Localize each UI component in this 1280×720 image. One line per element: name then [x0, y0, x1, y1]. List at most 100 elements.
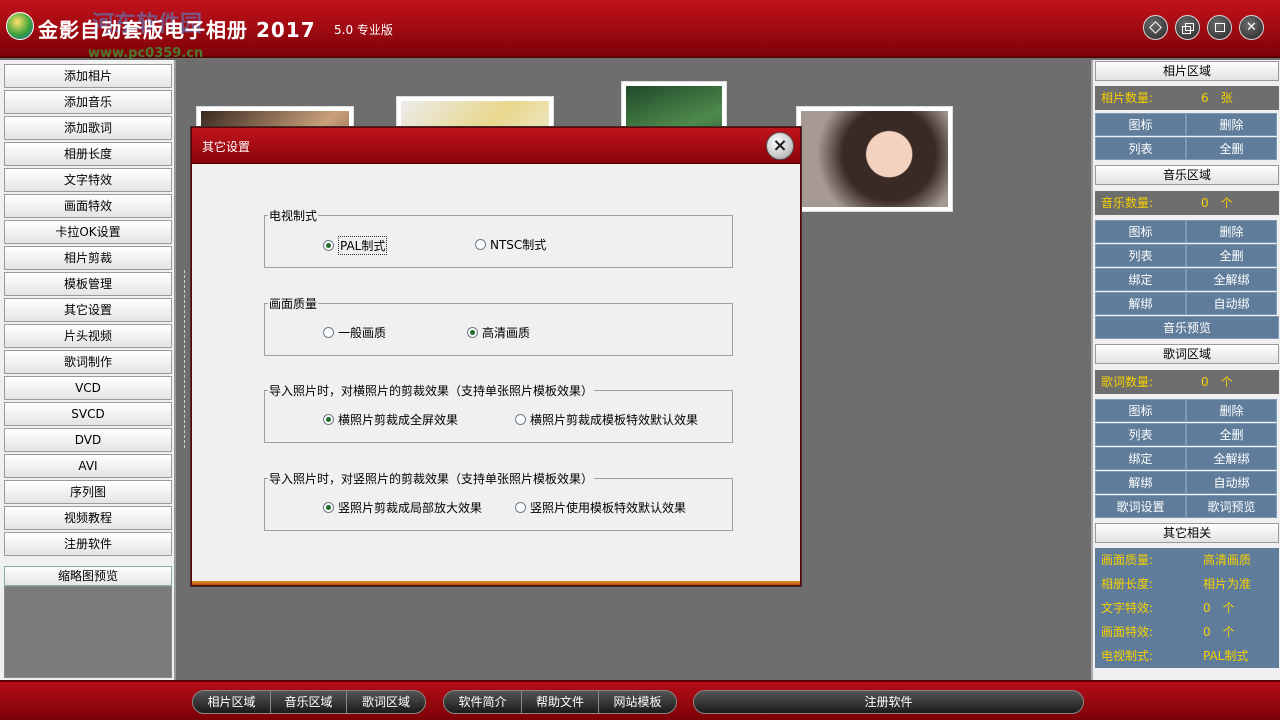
title-bar: 河东软件园 金影自动套版电子相册 2017 5.0 专业版 www.pc0359…: [0, 0, 1280, 61]
music-section-header: 音乐区域: [1095, 165, 1279, 185]
music-delete-button[interactable]: 删除: [1186, 220, 1277, 243]
menu-image-effects[interactable]: 画面特效: [4, 194, 172, 218]
menu-svcd[interactable]: SVCD: [4, 402, 172, 426]
radio-landscape-fullscreen[interactable]: 横照片剪裁成全屏效果: [323, 411, 458, 428]
lyrics-unbind-button[interactable]: 解绑: [1095, 471, 1186, 494]
help-file-button[interactable]: 帮助文件: [522, 691, 599, 713]
close-icon[interactable]: ✕: [1239, 15, 1264, 40]
lyrics-bind-button[interactable]: 绑定: [1095, 447, 1186, 470]
radio-unselected-icon[interactable]: [475, 239, 486, 250]
menu-lyrics-make[interactable]: 歌词制作: [4, 350, 172, 374]
info-key: 文字特效:: [1101, 601, 1154, 615]
music-count-value: 0 个: [1201, 196, 1233, 210]
music-unbind-all-button[interactable]: 全解绑: [1186, 268, 1277, 291]
menu-other-settings[interactable]: 其它设置: [4, 298, 172, 322]
lyrics-delete-all-button[interactable]: 全删: [1186, 423, 1277, 446]
lyrics-icon-view-button[interactable]: 图标: [1095, 399, 1186, 422]
radio-label: 竖照片剪裁成局部放大效果: [338, 501, 483, 515]
bottom-bar: 相片区域 音乐区域 歌词区域 软件简介 帮助文件 网站模板 注册软件: [0, 680, 1280, 720]
menu-photo-crop[interactable]: 相片剪裁: [4, 246, 172, 270]
tab-photo-area[interactable]: 相片区域: [193, 691, 271, 713]
info-value: PAL制式: [1203, 649, 1249, 663]
menu-video-tutorial[interactable]: 视频教程: [4, 506, 172, 530]
other-section-header: 其它相关: [1095, 523, 1279, 543]
music-icon-view-button[interactable]: 图标: [1095, 220, 1186, 243]
other-info-row: 相册长度: 相片为准: [1095, 572, 1279, 596]
radio-label: 竖照片使用模板特效默认效果: [530, 501, 687, 515]
other-settings-dialog: 其它设置 × 电视制式 PAL制式 NTSC制式 画面质量 一般画质 高清画质 …: [191, 127, 801, 586]
radio-label: 高清画质: [482, 326, 531, 340]
register-button[interactable]: 注册软件: [694, 691, 1083, 713]
radio-selected-icon[interactable]: [467, 327, 478, 338]
radio-hd-quality[interactable]: 高清画质: [467, 324, 530, 341]
menu-album-length[interactable]: 相册长度: [4, 142, 172, 166]
diamond-icon[interactable]: [1143, 15, 1168, 40]
lyrics-unbind-all-button[interactable]: 全解绑: [1186, 447, 1277, 470]
tab-lyrics-area[interactable]: 歌词区域: [347, 691, 425, 713]
radio-pal[interactable]: PAL制式: [323, 236, 388, 255]
menu-avi[interactable]: AVI: [4, 454, 172, 478]
menu-templates[interactable]: 模板管理: [4, 272, 172, 296]
music-unbind-button[interactable]: 解绑: [1095, 292, 1186, 315]
menu-karaoke[interactable]: 卡拉OK设置: [4, 220, 172, 244]
lyrics-delete-button[interactable]: 删除: [1186, 399, 1277, 422]
music-preview-button[interactable]: 音乐预览: [1095, 316, 1279, 339]
maximize-icon[interactable]: [1207, 15, 1232, 40]
photo-icon-view-button[interactable]: 图标: [1095, 113, 1186, 136]
radio-normal-quality[interactable]: 一般画质: [323, 324, 386, 341]
radio-unselected-icon[interactable]: [323, 327, 334, 338]
lyrics-list-view-button[interactable]: 列表: [1095, 423, 1186, 446]
lyrics-preview-button[interactable]: 歌词预览: [1186, 495, 1277, 518]
lyrics-auto-bind-button[interactable]: 自动绑: [1186, 471, 1277, 494]
radio-label: 横照片剪裁成模板特效默认效果: [530, 413, 699, 427]
menu-add-music[interactable]: 添加音乐: [4, 90, 172, 114]
website-templates-button[interactable]: 网站模板: [599, 691, 676, 713]
tab-music-area[interactable]: 音乐区域: [271, 691, 347, 713]
photo-delete-button[interactable]: 删除: [1186, 113, 1277, 136]
info-key: 画面特效:: [1101, 625, 1154, 639]
other-info-row: 画面特效: 0 个: [1095, 620, 1279, 644]
app-logo-icon: [6, 12, 34, 40]
menu-add-photo[interactable]: 添加相片: [4, 64, 172, 88]
photo-list-view-button[interactable]: 列表: [1095, 137, 1186, 160]
menu-text-effects[interactable]: 文字特效: [4, 168, 172, 192]
left-sidebar: 添加相片 添加音乐 添加歌词 相册长度 文字特效 画面特效 卡拉OK设置 相片剪…: [0, 60, 176, 680]
photo-delete-all-button[interactable]: 全删: [1186, 137, 1277, 160]
menu-intro-video[interactable]: 片头视频: [4, 324, 172, 348]
software-intro-button[interactable]: 软件简介: [444, 691, 522, 713]
menu-register[interactable]: 注册软件: [4, 532, 172, 556]
thumbnail-preview-header: 缩略图预览: [4, 566, 172, 586]
menu-sequence[interactable]: 序列图: [4, 480, 172, 504]
radio-selected-icon[interactable]: [323, 414, 334, 425]
right-panel: 相片区域 相片数量: 6 张 图标 删除 列表 全删 音乐区域 音乐数量: 0 …: [1091, 60, 1280, 680]
close-icon[interactable]: ×: [766, 132, 794, 160]
group-label: 画面质量: [268, 295, 319, 312]
photo-count-row: 相片数量: 6 张: [1095, 86, 1279, 110]
radio-unselected-icon[interactable]: [515, 414, 526, 425]
radio-unselected-icon[interactable]: [515, 502, 526, 513]
music-list-view-button[interactable]: 列表: [1095, 244, 1186, 267]
radio-selected-icon[interactable]: [323, 502, 334, 513]
menu-add-lyrics[interactable]: 添加歌词: [4, 116, 172, 140]
radio-ntsc[interactable]: NTSC制式: [475, 236, 546, 253]
music-auto-bind-button[interactable]: 自动绑: [1186, 292, 1277, 315]
restore-icon[interactable]: [1175, 15, 1200, 40]
info-value: 0 个: [1203, 601, 1235, 615]
tv-standard-group: 电视制式 PAL制式 NTSC制式: [264, 207, 733, 268]
radio-portrait-zoom[interactable]: 竖照片剪裁成局部放大效果: [323, 499, 482, 516]
menu-dvd[interactable]: DVD: [4, 428, 172, 452]
other-info-row: 电视制式: PAL制式: [1095, 644, 1279, 668]
photo-thumbnail[interactable]: [796, 106, 953, 212]
lyrics-settings-button[interactable]: 歌词设置: [1095, 495, 1186, 518]
register-group: 注册软件: [693, 690, 1084, 714]
lyrics-count-label: 歌词数量:: [1101, 375, 1154, 389]
group-label: 电视制式: [268, 207, 319, 224]
radio-portrait-template-default[interactable]: 竖照片使用模板特效默认效果: [515, 499, 686, 516]
radio-landscape-template-default[interactable]: 横照片剪裁成模板特效默认效果: [515, 411, 698, 428]
music-bind-button[interactable]: 绑定: [1095, 268, 1186, 291]
info-value: 高清画质: [1203, 553, 1252, 567]
music-count-row: 音乐数量: 0 个: [1095, 191, 1279, 215]
menu-vcd[interactable]: VCD: [4, 376, 172, 400]
music-delete-all-button[interactable]: 全删: [1186, 244, 1277, 267]
radio-selected-icon[interactable]: [323, 240, 334, 251]
